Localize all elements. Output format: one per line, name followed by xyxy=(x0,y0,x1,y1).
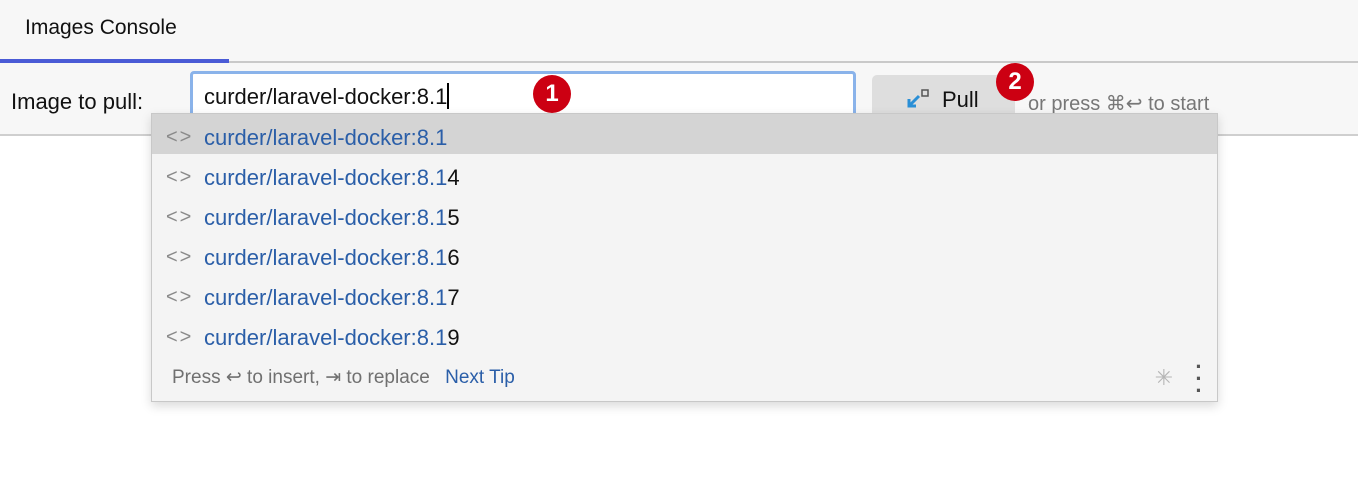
footer-hint: Press ↩ to insert, ⇥ to replace xyxy=(172,367,430,388)
tag-icon: <> xyxy=(166,326,194,348)
suggestion-item[interactable]: <> curder/laravel-docker:8.1 xyxy=(152,114,1217,154)
suggestion-rest: 5 xyxy=(447,204,460,230)
popup-footer: Press ↩ to insert, ⇥ to replace Next Tip… xyxy=(152,353,1217,402)
more-options-icon[interactable]: · · · xyxy=(1195,356,1203,402)
suggestion-match: curder/laravel-docker:8.1 xyxy=(204,124,448,150)
tag-icon: <> xyxy=(166,206,194,228)
suggestion-match: curder/laravel-docker:8.1 xyxy=(204,164,448,190)
suggestion-rest: 7 xyxy=(447,284,460,310)
suggestion-item[interactable]: <> curder/laravel-docker:8.1 7 xyxy=(152,274,1217,314)
tab-bar: Images Console xyxy=(0,0,1358,63)
suggestion-item[interactable]: <> curder/laravel-docker:8.1 6 xyxy=(152,234,1217,274)
tag-icon: <> xyxy=(166,286,194,308)
pull-arrow-icon xyxy=(907,89,929,108)
suggestion-item[interactable]: <> curder/laravel-docker:8.1 5 xyxy=(152,194,1217,234)
next-tip-link[interactable]: Next Tip xyxy=(445,367,515,388)
text-caret xyxy=(447,83,450,109)
loading-spinner-icon: ✳ xyxy=(1154,365,1173,390)
tab-images-console[interactable]: Images Console xyxy=(0,0,229,63)
autocomplete-popup: <> curder/laravel-docker:8.1 <> curder/lara… xyxy=(151,113,1218,402)
tag-icon: <> xyxy=(166,166,194,188)
suggestion-match: curder/laravel-docker:8.1 xyxy=(204,284,448,310)
suggestion-match: curder/laravel-docker:8.1 xyxy=(204,324,448,350)
pull-label: Pull xyxy=(942,87,979,112)
suggestion-match: curder/laravel-docker:8.1 xyxy=(204,204,448,230)
suggestion-rest: 9 xyxy=(447,324,460,350)
tag-icon: <> xyxy=(166,126,194,148)
suggestion-rest: 4 xyxy=(447,164,460,190)
image-to-pull-label: Image to pull: xyxy=(11,89,144,114)
tab-label: Images Console xyxy=(25,16,177,39)
suggestion-item[interactable]: <> curder/laravel-docker:8.1 9 xyxy=(152,314,1217,354)
suggestion-match: curder/laravel-docker:8.1 xyxy=(204,244,448,270)
suggestion-rest: 6 xyxy=(447,244,460,270)
suggestion-item[interactable]: <> curder/laravel-docker:8.1 4 xyxy=(152,154,1217,194)
tag-icon: <> xyxy=(166,246,194,268)
annotation-badge-1: 1 xyxy=(533,75,571,113)
input-value: curder/laravel-docker:8.1 xyxy=(204,84,448,109)
